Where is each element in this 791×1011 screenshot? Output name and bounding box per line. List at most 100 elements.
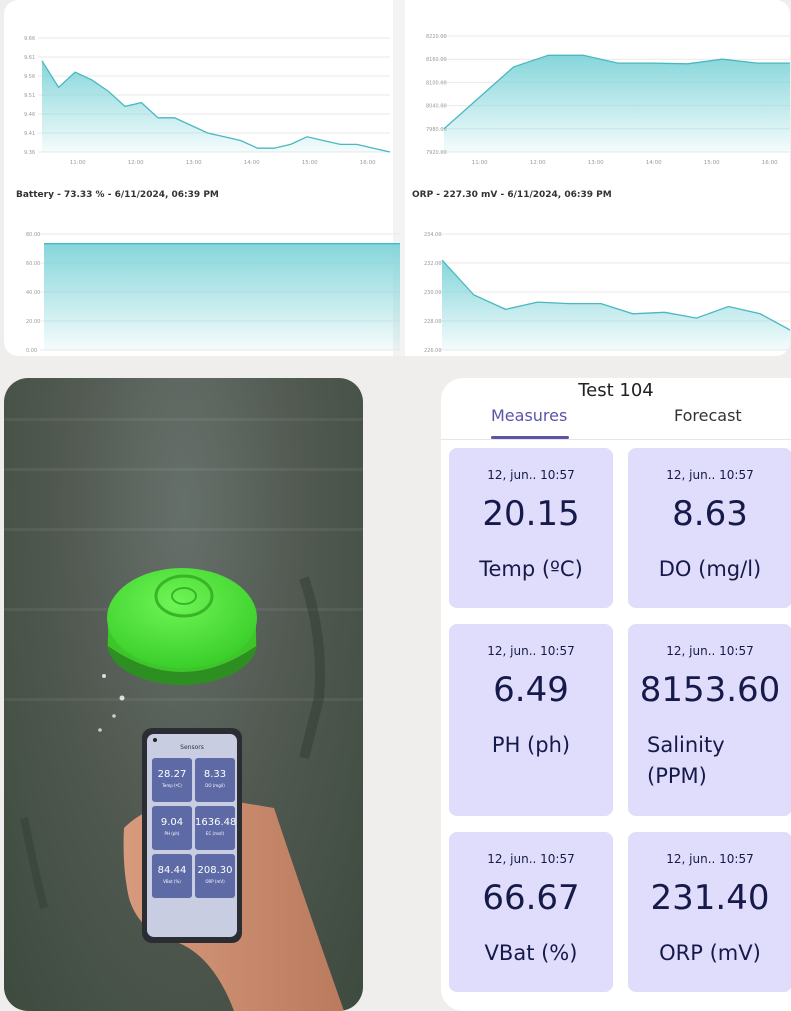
- y-tick-label: 40.00: [26, 290, 40, 296]
- phone-reading-label: DO (mg/l): [205, 783, 225, 788]
- tab-forecast[interactable]: Forecast: [674, 406, 742, 425]
- phone-reading-label: EC (ms/l): [205, 831, 225, 836]
- y-tick-label: 9.56: [24, 74, 35, 80]
- app-screen: Test 104 Measures Forecast 12, jun.. 10:…: [441, 378, 791, 1011]
- x-tick-label: 14:00: [646, 160, 662, 166]
- card-value: 8.63: [672, 494, 748, 534]
- y-tick-label: 9.41: [24, 131, 35, 137]
- y-tick-label: 228.00: [424, 319, 442, 325]
- card-label: Temp (ºC): [479, 557, 583, 581]
- phone-reading-tile: 8.33 DO (mg/l): [195, 758, 235, 802]
- card-value: 20.15: [482, 494, 580, 534]
- chart-do: 9.66 9.61 9.56 9.51 9.46 9.41 9.36 11:00 12:00 13…: [24, 36, 391, 166]
- card-value: 6.49: [493, 670, 569, 710]
- phone-reading-value: 208.30: [197, 865, 233, 876]
- sensor-dashboard: 9.66 9.61 9.56 9.51 9.46 9.41 9.36 11:00 12:00 13…: [4, 0, 790, 356]
- card-label: VBat (%): [484, 941, 578, 965]
- card-value: 8153.60: [639, 670, 781, 710]
- card-timestamp: 12, jun.. 10:57: [487, 852, 575, 866]
- chart-salinity: 8220.00 8160.00 8100.00 8040.00 7980.00 7920.…: [426, 34, 790, 166]
- card-value: 231.40: [650, 878, 770, 918]
- buoy-photo: Sensors 28.27 Temp (ºC) 8.33 DO (mg/l) 9.04 P…: [4, 378, 363, 1011]
- series-area: [442, 260, 790, 350]
- device-title: Test 104: [578, 380, 654, 401]
- card-timestamp: 12, jun.. 10:57: [666, 468, 754, 482]
- phone-reading-value: 8.33: [203, 769, 227, 780]
- phone-reading-tile: 9.04 PH (ph): [152, 806, 192, 850]
- y-tick-label: 9.61: [24, 55, 35, 61]
- fish-shape: [299, 576, 325, 760]
- y-tick-label: 230.00: [424, 290, 442, 296]
- series-area: [42, 60, 390, 152]
- y-tick-label: 8100.00: [426, 80, 447, 86]
- chart-panel-do: 9.66 9.61 9.56 9.51 9.46 9.41 9.36 11:00 12:00 13…: [14, 0, 392, 175]
- y-tick-label: 60.00: [26, 261, 40, 267]
- card-timestamp: 12, jun.. 10:57: [666, 644, 754, 658]
- x-tick-label: 15:00: [704, 160, 720, 166]
- card-label: Salinity (PPM): [628, 730, 791, 792]
- y-tick-label: 9.66: [24, 36, 35, 42]
- y-tick-label: 8220.00: [426, 34, 447, 40]
- x-tick-label: 12:00: [530, 160, 546, 166]
- x-tick-label: 16:00: [360, 160, 376, 166]
- phone-reading-label: ORP (mV): [205, 879, 225, 884]
- measure-card-do[interactable]: 12, jun.. 10:57 8.63 DO (mg/l): [628, 448, 791, 608]
- card-timestamp: 12, jun.. 10:57: [666, 852, 754, 866]
- phone-reading-value: 84.44: [157, 865, 187, 876]
- x-tick-label: 15:00: [302, 160, 318, 166]
- card-label: PH (ph): [491, 733, 571, 757]
- buoy-device: [107, 568, 257, 685]
- x-tick-label: 12:00: [128, 160, 144, 166]
- phone-reading-value: 1636.48: [195, 817, 237, 828]
- phone-reading-tile: 1636.48 EC (ms/l): [195, 806, 237, 850]
- y-tick-label: 9.51: [24, 93, 35, 99]
- x-tick-label: 11:00: [70, 160, 86, 166]
- phone-reading-label: Temp (ºC): [162, 783, 182, 788]
- x-tick-label: 11:00: [472, 160, 488, 166]
- phone-reading-label: VBat (%): [163, 879, 181, 884]
- y-tick-label: 226.00: [424, 348, 442, 354]
- chart-panel-battery: Battery - 73.33 % - 6/11/2024, 06:39 PM …: [14, 182, 401, 356]
- phone-reading-value: 9.04: [160, 817, 184, 828]
- measure-card-orp[interactable]: 12, jun.. 10:57 231.40 ORP (mV): [628, 832, 791, 992]
- y-tick-label: 7980.00: [426, 127, 447, 133]
- y-tick-label: 20.00: [26, 319, 40, 325]
- y-tick-label: 232.00: [424, 261, 442, 267]
- card-value: 66.67: [482, 878, 580, 918]
- chart-panel-salinity: 8220.00 8160.00 8100.00 8040.00 7980.00 7920.…: [408, 0, 790, 175]
- card-label-line2: (PPM): [647, 764, 707, 788]
- y-tick-label: 9.36: [24, 150, 35, 156]
- chart-battery: 80.00 60.00 40.00 20.00 0.00: [26, 232, 401, 354]
- measure-card-vbat[interactable]: 12, jun.. 10:57 66.67 VBat (%): [449, 832, 613, 992]
- phone-screen-title: Sensors: [180, 744, 204, 751]
- x-tick-label: 14:00: [244, 160, 260, 166]
- card-timestamp: 12, jun.. 10:57: [487, 468, 575, 482]
- series-area: [44, 243, 400, 350]
- phone-reading-label: PH (ph): [164, 831, 180, 836]
- measure-card-salinity[interactable]: 12, jun.. 10:57 8153.60 Salinity (PPM): [628, 624, 791, 816]
- card-label-line1: Salinity: [647, 733, 725, 757]
- phone-reading-tile: 208.30 ORP (mV): [195, 854, 235, 898]
- x-tick-label: 13:00: [588, 160, 604, 166]
- y-tick-label: 234.00: [424, 232, 442, 238]
- x-tick-label: 13:00: [186, 160, 202, 166]
- tab-measures[interactable]: Measures: [491, 406, 567, 425]
- card-label: ORP (mV): [659, 941, 761, 965]
- y-tick-label: 0.00: [26, 348, 37, 354]
- phone-reading-value: 28.27: [157, 769, 187, 780]
- y-tick-label: 8040.00: [426, 104, 447, 110]
- card-label: DO (mg/l): [658, 557, 762, 581]
- phone-screen: Sensors 28.27 Temp (ºC) 8.33 DO (mg/l) 9.04 P…: [147, 734, 237, 937]
- chart-orp: 234.00 232.00 230.00 228.00 226.00: [424, 232, 790, 354]
- series-area: [444, 55, 790, 152]
- x-tick-label: 16:00: [762, 160, 778, 166]
- tab-divider: [441, 439, 791, 440]
- phone-reading-tile: 84.44 VBat (%): [152, 854, 192, 898]
- measure-card-temp[interactable]: 12, jun.. 10:57 20.15 Temp (ºC): [449, 448, 613, 608]
- phone-reading-tile: 28.27 Temp (ºC): [152, 758, 192, 802]
- chart-panel-orp: ORP - 227.30 mV - 6/11/2024, 06:39 PM 23…: [408, 182, 790, 356]
- measure-card-ph[interactable]: 12, jun.. 10:57 6.49 PH (ph): [449, 624, 613, 816]
- y-tick-label: 8160.00: [426, 57, 447, 63]
- fish-shape: [20, 817, 48, 909]
- y-tick-label: 7920.00: [426, 150, 447, 156]
